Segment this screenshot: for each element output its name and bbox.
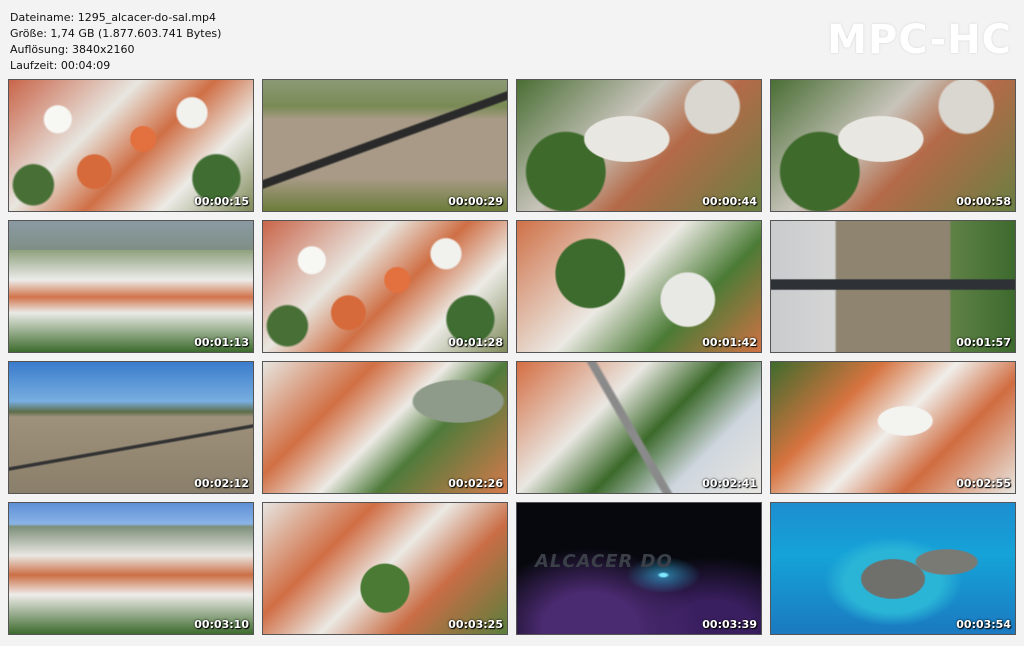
thumbnail-frame: 00:03:54 [770, 502, 1016, 635]
thumbnail-timestamp: 00:03:54 [956, 618, 1011, 631]
thumbnail-timestamp: 00:02:12 [194, 477, 249, 490]
thumbnail-timestamp: 00:03:10 [194, 618, 249, 631]
thumbnail-timestamp: 00:01:57 [956, 336, 1011, 349]
thumbnail-timestamp: 00:00:58 [956, 195, 1011, 208]
file-info: Dateiname: 1295_alcacer-do-sal.mp4 Größe… [10, 10, 221, 74]
thumbnail-timestamp: 00:00:15 [194, 195, 249, 208]
thumbnail-frame: 00:02:12 [8, 361, 254, 494]
resolution-text: Auflösung: 3840x2160 [10, 43, 135, 56]
thumbnail-timestamp: 00:01:13 [194, 336, 249, 349]
thumbnail-frame: 00:02:55 [770, 361, 1016, 494]
thumbnail-frame: 00:01:13 [8, 220, 254, 353]
thumbnail-grid: 00:00:15 00:00:29 00:00:44 00:00:58 00:0… [8, 79, 1016, 635]
thumbnail-frame: 00:00:58 [770, 79, 1016, 212]
thumbnail-frame: 00:03:25 [262, 502, 508, 635]
duration-text: Laufzeit: 00:04:09 [10, 59, 111, 72]
thumbnail-timestamp: 00:01:42 [702, 336, 757, 349]
filename-text: Dateiname: 1295_alcacer-do-sal.mp4 [10, 11, 217, 24]
intro-title-text: ALCACER DO [535, 551, 673, 572]
thumbnail-timestamp: 00:02:26 [448, 477, 503, 490]
thumbnail-timestamp: 00:00:44 [702, 195, 757, 208]
thumbnail-frame: 00:01:28 [262, 220, 508, 353]
thumbnail-frame: 00:01:57 [770, 220, 1016, 353]
thumbnail-timestamp: 00:02:41 [702, 477, 757, 490]
thumbnail-timestamp: 00:02:55 [956, 477, 1011, 490]
thumbnail-frame: 00:03:10 [8, 502, 254, 635]
thumbnail-frame: 00:02:41 [516, 361, 762, 494]
thumbnail-timestamp: 00:01:28 [448, 336, 503, 349]
thumbnail-timestamp: 00:00:29 [448, 195, 503, 208]
thumbnail-frame: 00:00:44 [516, 79, 762, 212]
thumbnail-timestamp: 00:03:25 [448, 618, 503, 631]
filesize-text: Größe: 1,74 GB (1.877.603.741 Bytes) [10, 27, 222, 40]
thumbnail-frame: 00:02:26 [262, 361, 508, 494]
thumbnail-frame: 00:00:29 [262, 79, 508, 212]
brand-logo: MPC-HC [827, 17, 1012, 63]
thumbnail-frame: ALCACER DO 00:03:39 [516, 502, 762, 635]
thumbnail-frame: 00:01:42 [516, 220, 762, 353]
thumbnail-frame: 00:00:15 [8, 79, 254, 212]
thumbnail-timestamp: 00:03:39 [702, 618, 757, 631]
